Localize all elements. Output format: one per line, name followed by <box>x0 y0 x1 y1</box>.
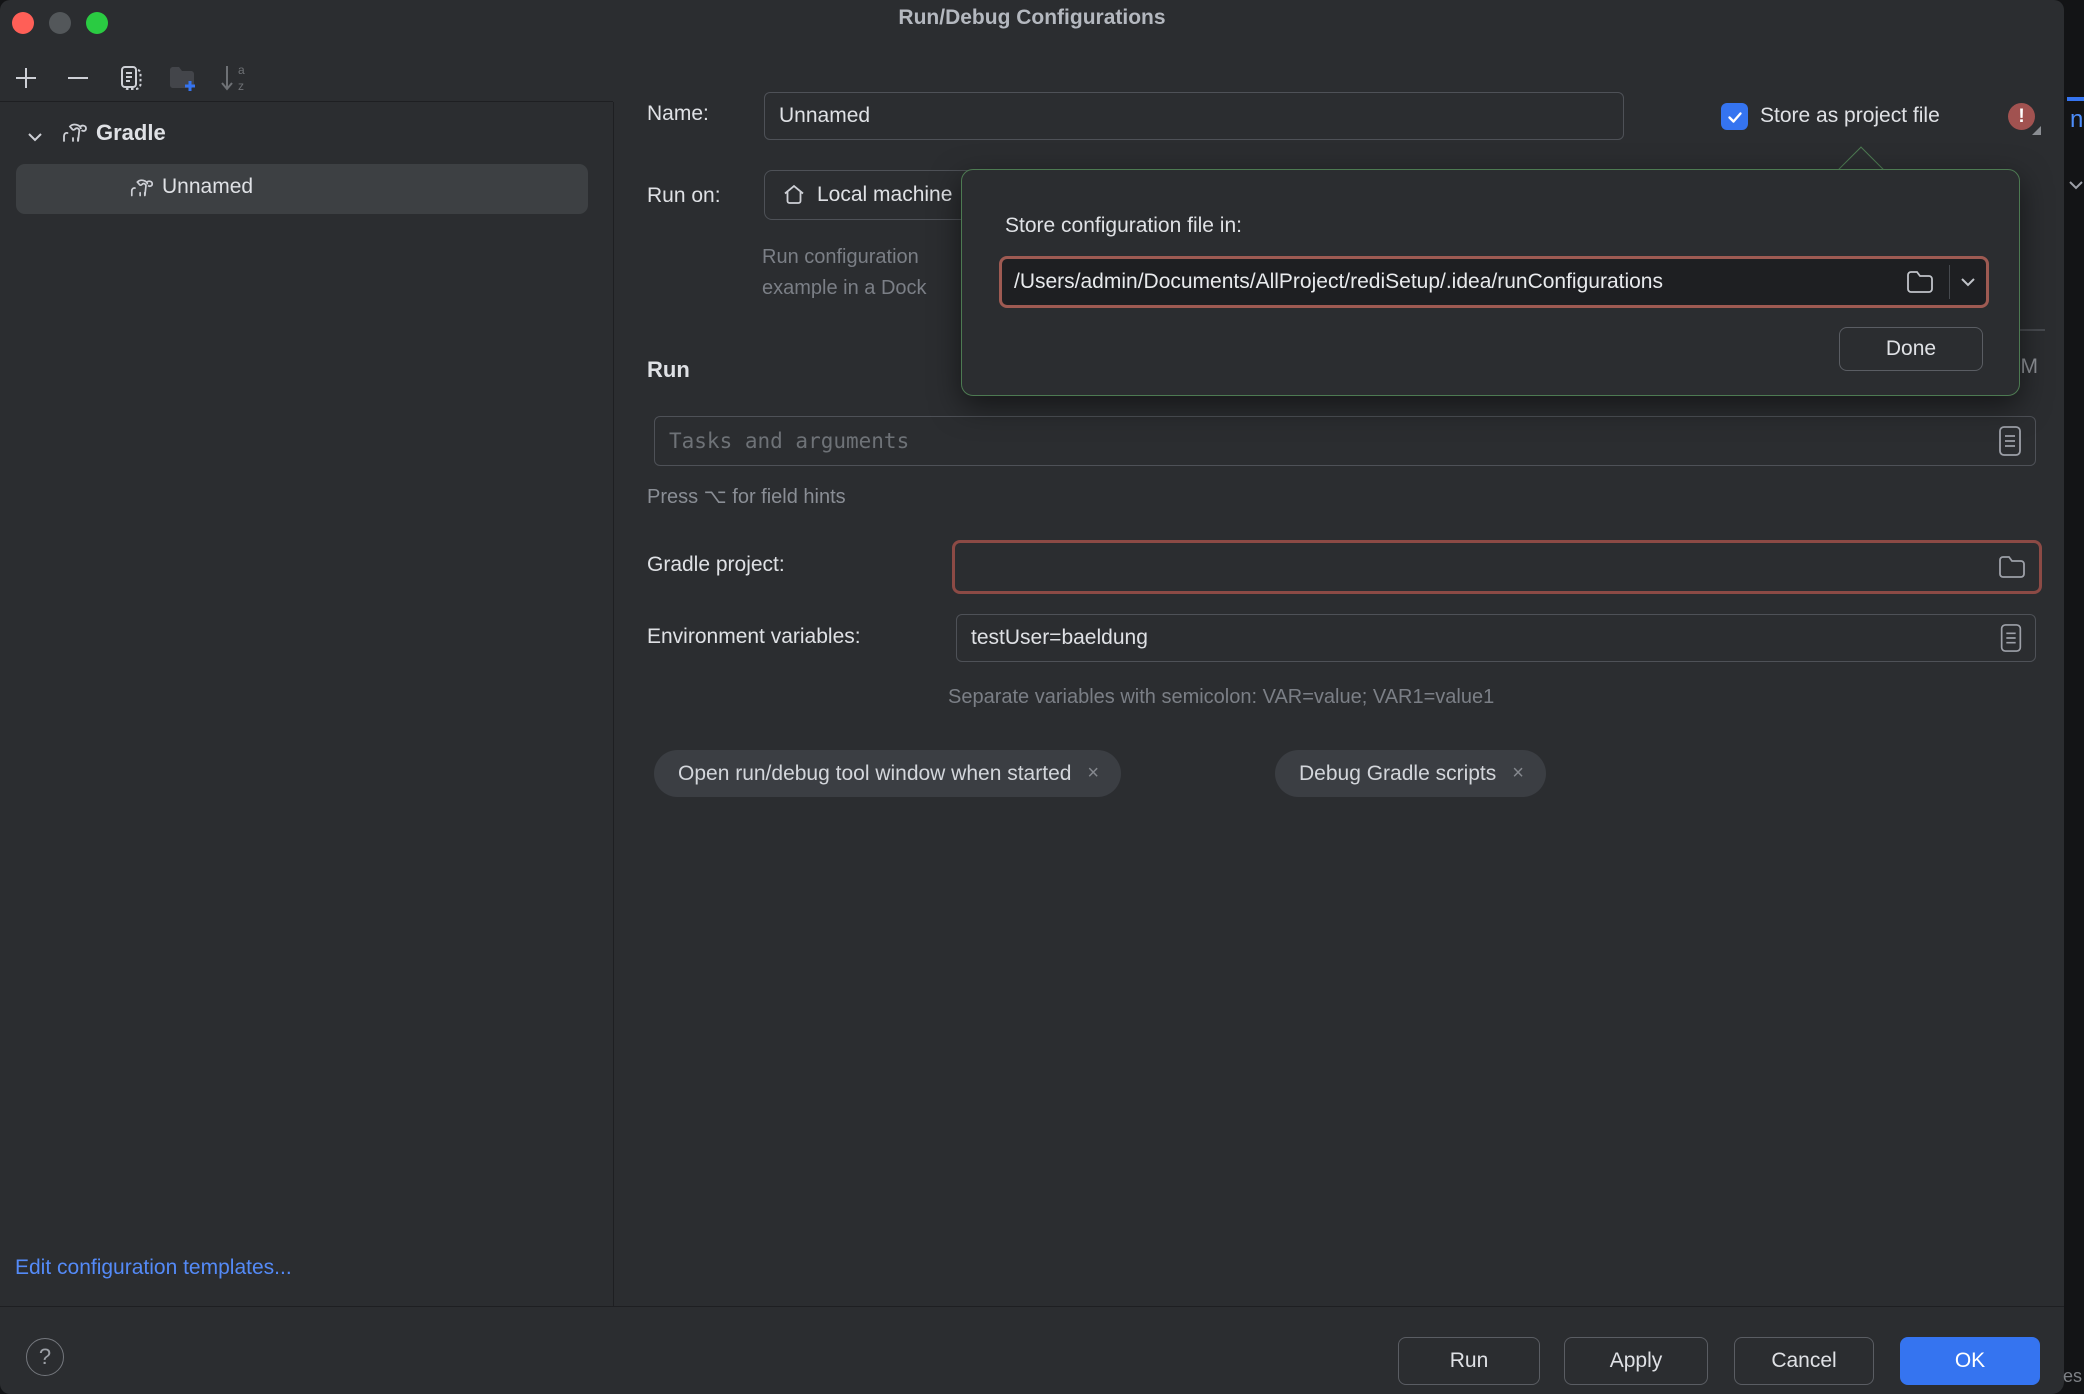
toolbar-divider <box>0 101 613 102</box>
help-button[interactable]: ? <box>26 1338 64 1376</box>
svg-text:a: a <box>238 63 245 77</box>
popup-title: Store configuration file in: <box>1005 214 1242 238</box>
sort-alpha-icon: a z <box>217 62 251 94</box>
tasks-placeholder: Tasks and arguments <box>655 429 909 453</box>
name-value: Unnamed <box>765 104 870 128</box>
tag-debug-gradle-scripts[interactable]: Debug Gradle scripts × <box>1275 750 1546 797</box>
sidebar-divider <box>613 102 614 1306</box>
remove-icon <box>64 64 92 92</box>
environment-variables-hint: Separate variables with semicolon: VAR=v… <box>948 686 1494 709</box>
tasks-and-arguments-input[interactable]: Tasks and arguments <box>654 416 2036 466</box>
gradle-icon <box>128 176 156 202</box>
expand-list-icon[interactable] <box>1997 622 2025 654</box>
tree-item-label: Unnamed <box>162 175 253 199</box>
tag-close-icon[interactable]: × <box>1087 762 1099 785</box>
background-text-fragment: n <box>2070 106 2083 134</box>
name-label: Name: <box>647 102 709 126</box>
store-as-project-file-label[interactable]: Store as project file <box>1760 104 1940 128</box>
cancel-button[interactable]: Cancel <box>1734 1337 1874 1385</box>
tree-expand-chevron-icon[interactable] <box>22 124 48 150</box>
popup-arrow-mask <box>1830 170 1894 190</box>
apply-button[interactable]: Apply <box>1564 1337 1708 1385</box>
footer-divider <box>0 1306 2064 1307</box>
tag-label: Debug Gradle scripts <box>1299 762 1496 786</box>
run-on-value: Local machine <box>817 183 952 207</box>
folder-icon[interactable] <box>1905 269 1935 295</box>
configuration-path-input[interactable]: /Users/admin/Documents/AllProject/rediSe… <box>999 256 1989 308</box>
environment-variables-value: testUser=baeldung <box>957 626 1148 650</box>
new-folder-button[interactable] <box>162 58 202 98</box>
run-button[interactable]: Run <box>1398 1337 1540 1385</box>
store-as-project-file-checkbox[interactable] <box>1721 103 1748 130</box>
tree-item-unnamed[interactable]: Unnamed <box>16 164 588 214</box>
configuration-path-value: /Users/admin/Documents/AllProject/rediSe… <box>1002 270 1897 294</box>
run-on-label: Run on: <box>647 184 721 208</box>
environment-variables-label: Environment variables: <box>647 625 861 649</box>
environment-variables-input[interactable]: testUser=baeldung <box>956 614 2036 662</box>
edit-configuration-templates-link[interactable]: Edit configuration templates... <box>15 1256 292 1280</box>
field-hints-text: Press ⌥ for field hints <box>647 484 846 509</box>
copy-configuration-button[interactable] <box>110 58 150 98</box>
background-chevron-fragment <box>2067 178 2084 192</box>
name-input[interactable]: Unnamed <box>764 92 1624 140</box>
new-folder-icon <box>166 63 198 93</box>
ok-button[interactable]: OK <box>1900 1337 2040 1385</box>
background-window-sliver <box>2064 0 2084 1394</box>
tag-close-icon[interactable]: × <box>1512 762 1524 785</box>
expand-list-icon[interactable] <box>1995 424 2025 458</box>
background-accent-fragment <box>2067 97 2084 101</box>
add-configuration-button[interactable] <box>6 58 46 98</box>
screenshot-stage: Run/Debug Configurations <box>0 0 2084 1394</box>
sort-configurations-button[interactable]: a z <box>214 58 254 98</box>
background-text-fragment: es <box>2063 1366 2082 1387</box>
run-debug-configurations-dialog: Run/Debug Configurations <box>0 0 2064 1394</box>
error-badge-icon[interactable]: ! <box>2008 103 2035 130</box>
error-badge-dropdown-icon <box>2032 126 2041 135</box>
done-button[interactable]: Done <box>1839 327 1983 371</box>
add-icon <box>12 64 40 92</box>
chevron-down-icon[interactable] <box>1950 271 1986 293</box>
run-section-title: Run <box>647 357 690 383</box>
window-title: Run/Debug Configurations <box>0 6 2064 30</box>
gradle-icon <box>60 120 90 148</box>
folder-icon[interactable] <box>1997 554 2027 580</box>
gradle-project-input[interactable] <box>952 540 2042 594</box>
copy-icon <box>115 63 145 93</box>
svg-text:z: z <box>238 79 244 93</box>
home-icon <box>781 182 807 208</box>
tree-item-gradle[interactable]: Gradle <box>96 120 166 146</box>
gradle-project-label: Gradle project: <box>647 553 785 577</box>
tag-label: Open run/debug tool window when started <box>678 762 1071 786</box>
section-divider-fragment <box>2020 329 2045 331</box>
store-configuration-popup: Store configuration file in: /Users/admi… <box>961 169 2020 396</box>
tag-open-run-debug-tool-window[interactable]: Open run/debug tool window when started … <box>654 750 1121 797</box>
run-on-hint-line2: example in a Dock <box>762 277 927 300</box>
run-on-hint-line1: Run configuration <box>762 246 919 269</box>
title-bar: Run/Debug Configurations <box>0 0 2064 45</box>
remove-configuration-button[interactable] <box>58 58 98 98</box>
